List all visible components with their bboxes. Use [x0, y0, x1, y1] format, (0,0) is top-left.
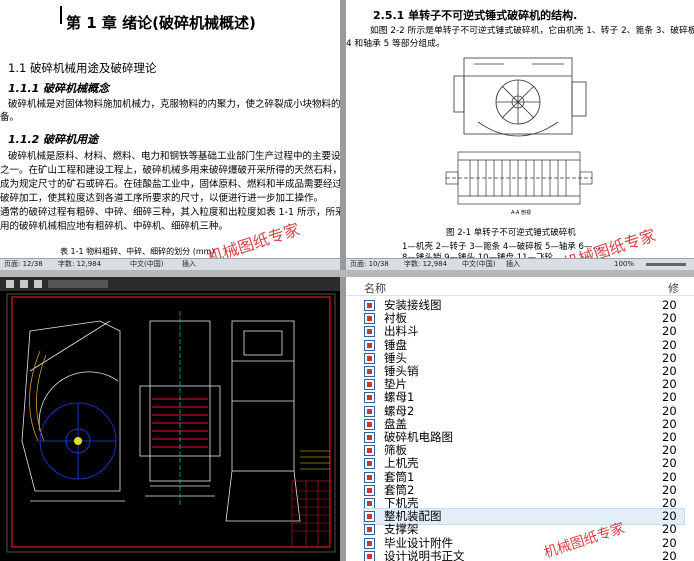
- zoom-slider[interactable]: [646, 263, 686, 266]
- document-file-icon: [364, 339, 375, 351]
- language[interactable]: 中文(中国): [130, 259, 163, 270]
- paragraph-1-end: 备。: [0, 112, 20, 123]
- section-1-1-heading: 1.1 破碎机械用途及破碎理论: [8, 61, 157, 75]
- document-file-icon: [364, 300, 375, 311]
- section-view-label: A-A 剖视: [511, 210, 532, 216]
- document-file-icon: [364, 405, 375, 417]
- vertical-divider: [340, 0, 346, 561]
- document-file-icon: [364, 379, 375, 391]
- tool-icon[interactable]: [34, 280, 42, 288]
- word-count[interactable]: 字数: 12,984: [404, 259, 447, 270]
- file-list-item[interactable]: 设计说明书正文 20: [364, 549, 684, 561]
- text-cursor: [60, 6, 62, 24]
- section-1-1-1-heading: 1.1.1 破碎机械概念: [8, 82, 110, 95]
- tool-icon[interactable]: [20, 280, 28, 288]
- paragraph-2-line: 之一。在矿山工程和建设工程上，破碎机械多用来破碎爆破开采所得的天然石料，使之: [0, 165, 340, 176]
- document-file-icon: [364, 392, 375, 404]
- file-name: 设计说明书正文: [384, 548, 465, 561]
- paragraph-line: 4 和轴承 5 等部分组成。: [346, 39, 445, 49]
- paragraph-2-line: 成为规定尺寸的矿石或碎石。在硅酸盐工业中，固体原料、燃料和半成品需要经过各种: [0, 179, 340, 190]
- crusher-figure: [445, 57, 593, 205]
- language[interactable]: 中文(中国): [462, 259, 495, 270]
- paragraph-2-line: 用的破碎机械相应地有粗碎机、中碎机、细碎机三种。: [0, 221, 229, 232]
- cad-drawing-viewport[interactable]: [0, 277, 340, 561]
- paragraph-2-line: 破碎加工，使其粒度达到各道工序所要求的尺寸，以便进行进一步加工操作。: [0, 193, 324, 204]
- column-date-header[interactable]: 修: [668, 280, 679, 296]
- zoom-level[interactable]: 100%: [614, 259, 634, 270]
- word-document-figure: 2.5.1 单转子不可逆式锤式破碎机的结构. 如图 2-2 所示是单转子不可逆式…: [346, 0, 694, 270]
- word-count[interactable]: 字数: 12,984: [58, 259, 101, 270]
- tool-icon[interactable]: [6, 280, 14, 288]
- layer-dropdown[interactable]: [48, 280, 108, 288]
- assembly-drawing: [0, 291, 340, 561]
- paragraph-2-line: 破碎机械是原料、材料、燃料、电力和钢铁等基础工业部门生产过程中的主要设备: [8, 151, 340, 162]
- page-count[interactable]: 页面: 10/38: [350, 259, 389, 270]
- table-caption: 表 1-1 物料粗碎、中碎、细碎的划分 (mm): [60, 247, 215, 256]
- document-file-icon: [364, 432, 375, 443]
- document-file-icon: [364, 458, 375, 470]
- document-file-icon: [364, 352, 375, 364]
- document-file-icon: [364, 550, 375, 561]
- page-count[interactable]: 页面: 12/38: [4, 259, 43, 270]
- insert-mode[interactable]: 插入: [182, 259, 196, 270]
- document-file-icon: [364, 418, 375, 430]
- document-file-icon: [364, 366, 375, 377]
- column-name-header[interactable]: 名称: [364, 280, 386, 296]
- section-1-1-2-heading: 1.1.2 破碎机用途: [8, 133, 99, 146]
- document-file-icon: [364, 498, 375, 509]
- file-modified-date: 20: [662, 548, 677, 561]
- document-file-icon: [364, 524, 375, 536]
- paragraph-line: 如图 2-2 所示是单转子不可逆式锤式破碎机，它由机壳 1、转子 2、篦条 3、…: [370, 26, 694, 36]
- status-bar: 页面: 12/38 字数: 12,984 中文(中国) 插入: [0, 258, 340, 270]
- document-file-icon: [364, 313, 375, 325]
- document-file-icon: [364, 511, 375, 523]
- document-file-icon: [364, 471, 375, 483]
- figure-caption: 图 2-1 单转子不可逆式锤式破碎机: [446, 228, 576, 238]
- cad-toolbar[interactable]: [0, 277, 340, 292]
- column-header-row: 名称 修: [346, 277, 694, 296]
- paragraph-1: 破碎机械是对固体物料施加机械力，克服物料的内聚力，使之碎裂成小块物料的设: [8, 99, 340, 110]
- horizontal-divider: [0, 270, 694, 277]
- chapter-title: 第 1 章 绪论(破碎机械概述): [66, 14, 256, 32]
- document-file-icon: [364, 326, 375, 338]
- status-bar: 页面: 10/38 字数: 12,984 中文(中国) 插入 100%: [346, 258, 694, 270]
- insert-mode[interactable]: 插入: [506, 259, 520, 270]
- document-file-icon: [364, 484, 375, 496]
- document-file-icon: [364, 537, 375, 549]
- document-file-icon: [364, 445, 375, 457]
- section-2-5-1-heading: 2.5.1 单转子不可逆式锤式破碎机的结构.: [373, 9, 578, 22]
- file-explorer-list[interactable]: 名称 修 安装接线图 20 衬板 20 出料斗 20 锤盘 20 锤头 20 锤头销 20 垫片 20 螺母…: [346, 277, 694, 561]
- word-document-chapter1: 第 1 章 绪论(破碎机械概述) 1.1 破碎机械用途及破碎理论 1.1.1 破…: [0, 0, 340, 270]
